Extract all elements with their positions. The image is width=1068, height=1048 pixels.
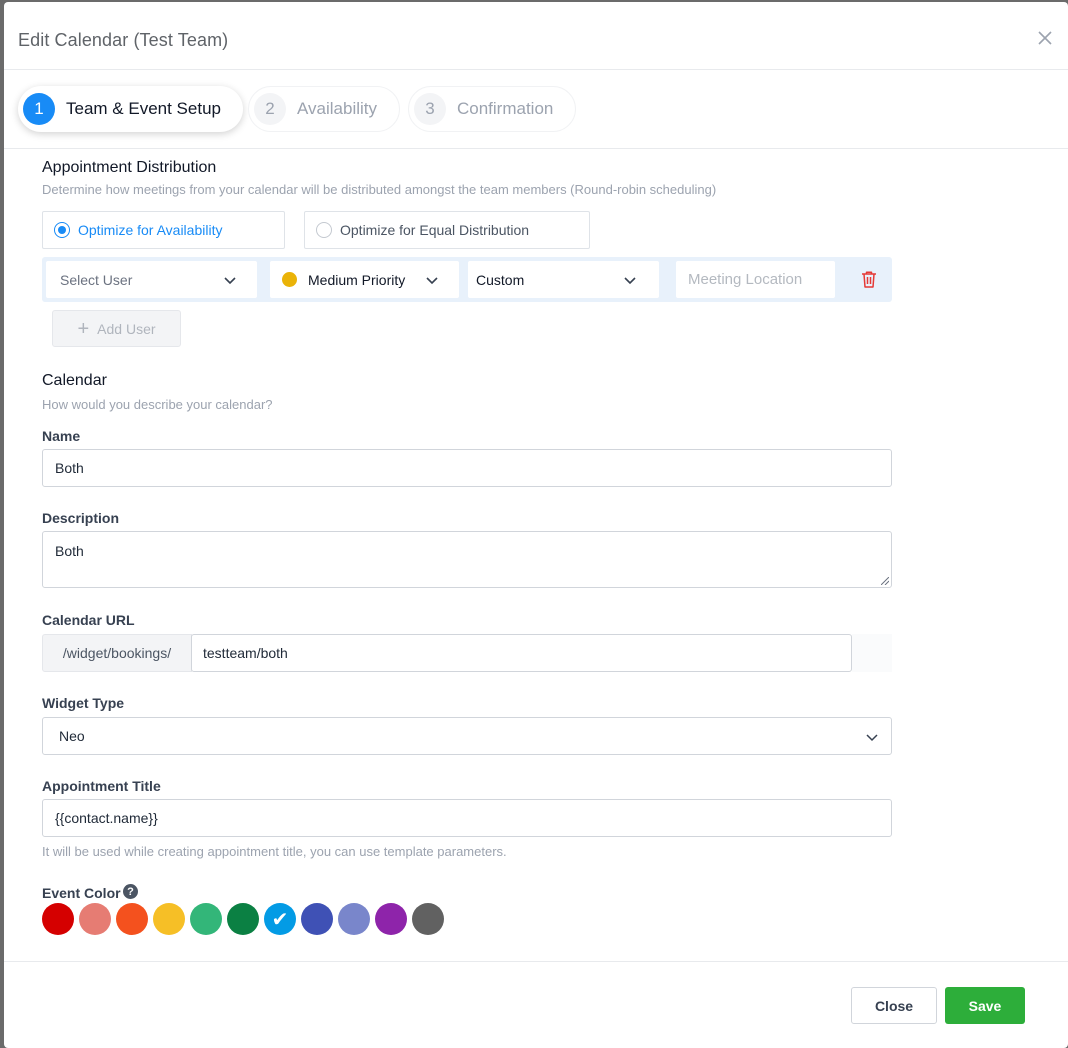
save-button[interactable]: Save	[945, 987, 1025, 1024]
widget-type-label: Widget Type	[42, 695, 125, 711]
select-user-placeholder: Select User	[60, 271, 133, 288]
calendar-url-value: testteam/both	[203, 645, 288, 661]
step-availability[interactable]: 2 Availability	[248, 86, 401, 132]
meeting-location-input[interactable]: Meeting Location	[676, 261, 835, 298]
description-textarea[interactable]: Both	[42, 531, 892, 588]
modal-title: Edit Calendar (Test Team)	[18, 30, 229, 50]
location-type-dropdown[interactable]: Custom	[468, 261, 659, 298]
distribution-title: Appointment Distribution	[42, 159, 217, 176]
step-label: Confirmation	[457, 99, 554, 118]
step-number: 1	[23, 93, 55, 125]
trash-icon[interactable]	[860, 270, 878, 289]
event-color-label: Event Color	[42, 885, 121, 901]
color-swatch[interactable]	[79, 903, 111, 935]
color-swatch[interactable]	[301, 903, 333, 935]
color-swatch[interactable]	[153, 903, 185, 935]
color-swatch[interactable]	[190, 903, 222, 935]
color-swatch[interactable]	[116, 903, 148, 935]
priority-value: Medium Priority	[308, 271, 406, 288]
add-user-label: Add User	[97, 320, 156, 337]
description-label: Description	[42, 510, 120, 526]
step-tabs: 1 Team & Event Setup 2 Availability 3 Co…	[4, 70, 1068, 149]
appointment-title-label: Appointment Title	[42, 778, 161, 794]
step-label: Availability	[297, 99, 378, 118]
plus-icon: +	[77, 317, 90, 340]
color-swatch[interactable]	[375, 903, 407, 935]
add-user-button[interactable]: + Add User	[52, 310, 181, 347]
step-confirmation[interactable]: 3 Confirmation	[408, 86, 577, 132]
close-button[interactable]: Close	[851, 987, 937, 1024]
color-swatch[interactable]	[227, 903, 259, 935]
calendar-section-title: Calendar	[42, 372, 107, 389]
team-member-row: Select User Medium Priority Custom Meeti…	[42, 257, 892, 302]
priority-dot-icon	[282, 272, 297, 287]
chevron-down-icon	[624, 277, 636, 285]
color-swatch-selected[interactable]: ✔	[264, 903, 296, 935]
option-label: Optimize for Equal Distribution	[340, 222, 530, 238]
calendar-section-subtitle: How would you describe your calendar?	[42, 397, 273, 412]
color-swatch[interactable]	[338, 903, 370, 935]
appointment-title-hint: It will be used while creating appointme…	[42, 844, 507, 859]
resize-handle-icon[interactable]	[881, 577, 889, 585]
option-optimize-equal-distribution[interactable]: Optimize for Equal Distribution	[304, 211, 590, 249]
option-label: Optimize for Availability	[78, 222, 223, 238]
appointment-title-value: {{contact.name}}	[55, 810, 158, 826]
meeting-location-placeholder: Meeting Location	[688, 271, 803, 288]
close-icon[interactable]	[1036, 29, 1054, 47]
step-number: 2	[254, 93, 286, 125]
event-color-swatches: ✔	[42, 903, 449, 935]
location-type-value: Custom	[476, 271, 525, 288]
modal-header: Edit Calendar (Test Team)	[4, 2, 1068, 70]
distribution-subtitle: Determine how meetings from your calenda…	[42, 182, 717, 197]
calendar-url-input[interactable]: testteam/both	[191, 634, 852, 672]
url-prefix: /widget/bookings/	[42, 634, 192, 672]
description-value: Both	[55, 543, 84, 559]
modal-footer: Close Save	[4, 961, 1068, 1048]
chevron-down-icon	[866, 734, 878, 742]
step-team-event-setup[interactable]: 1 Team & Event Setup	[18, 86, 243, 132]
checkmark-icon: ✔	[271, 908, 289, 931]
help-icon[interactable]: ?	[123, 884, 138, 899]
url-suffix-area	[852, 634, 892, 672]
step-number: 3	[414, 93, 446, 125]
name-value: Both	[55, 460, 84, 476]
color-swatch[interactable]	[42, 903, 74, 935]
widget-type-select[interactable]: Neo	[42, 717, 892, 755]
widget-type-value: Neo	[59, 728, 85, 744]
appointment-title-input[interactable]: {{contact.name}}	[42, 799, 892, 837]
edit-calendar-modal: Edit Calendar (Test Team) 1 Team & Event…	[4, 2, 1068, 1048]
chevron-down-icon	[426, 277, 438, 285]
option-optimize-availability[interactable]: Optimize for Availability	[42, 211, 285, 249]
priority-dropdown[interactable]: Medium Priority	[270, 261, 459, 298]
calendar-url-label: Calendar URL	[42, 612, 135, 628]
step-label: Team & Event Setup	[66, 99, 221, 118]
name-input[interactable]: Both	[42, 449, 892, 487]
radio-checked-icon	[54, 222, 70, 238]
chevron-down-icon	[224, 277, 236, 285]
select-user-dropdown[interactable]: Select User	[46, 261, 257, 298]
color-swatch[interactable]	[412, 903, 444, 935]
radio-unchecked-icon	[316, 222, 332, 238]
name-label: Name	[42, 428, 81, 444]
